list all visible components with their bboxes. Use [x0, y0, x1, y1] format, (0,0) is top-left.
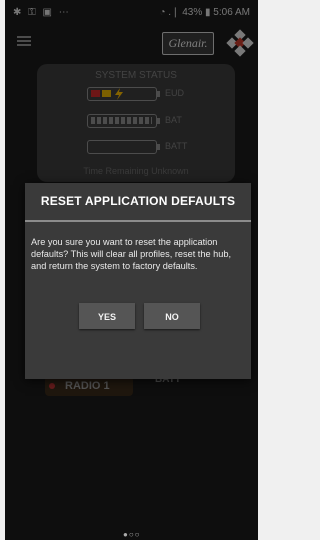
no-button[interactable]: NO	[144, 303, 200, 329]
page-indicator: ●○○	[123, 530, 141, 539]
dialog-title: RESET APPLICATION DEFAULTS	[40, 194, 236, 208]
yes-button[interactable]: YES	[79, 303, 135, 329]
dialog-divider	[25, 220, 251, 222]
dialog-message: Are you sure you want to reset the appli…	[31, 237, 232, 271]
phone-screen: ✱ ⚿ ▣ ⋯ ◔ .❘ 43% ▮ 5:06 AM Glenair. SYST…	[5, 0, 258, 540]
reset-defaults-dialog: RESET APPLICATION DEFAULTS Are you sure …	[25, 183, 251, 379]
